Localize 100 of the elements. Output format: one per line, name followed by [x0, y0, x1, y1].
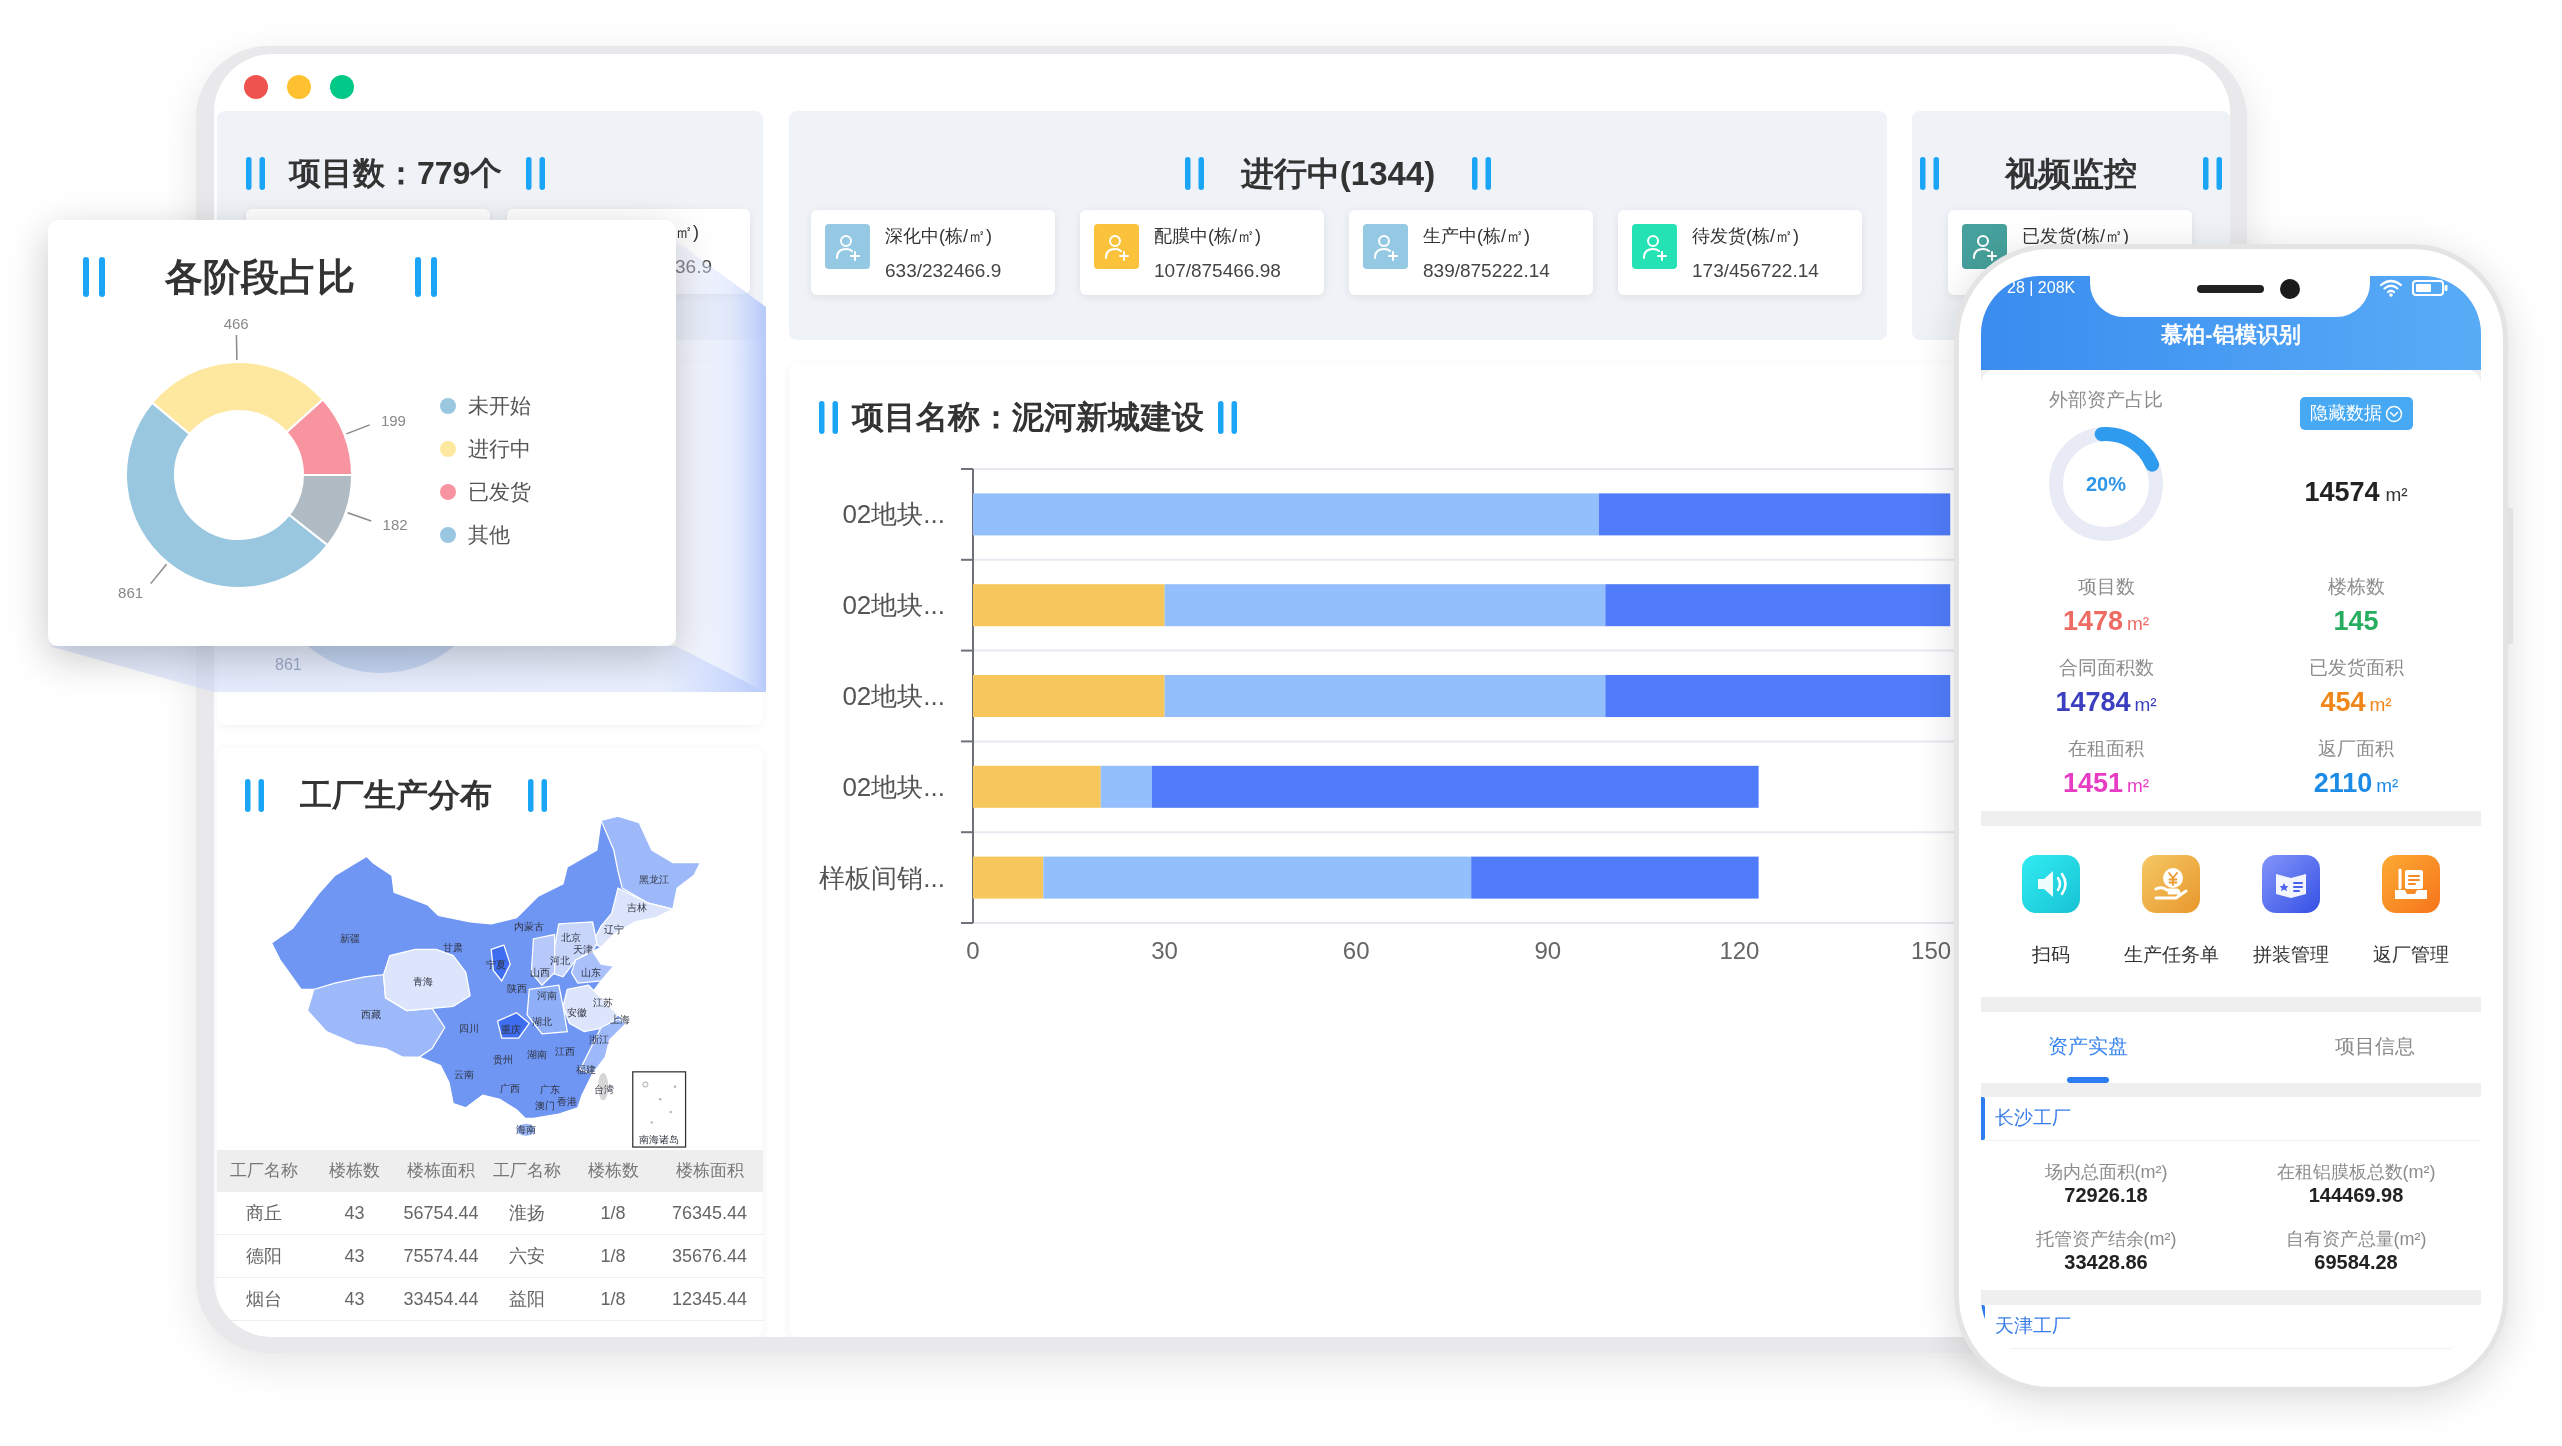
tick-label: 120	[1719, 936, 1760, 964]
action-button[interactable]: 生产任务单	[2111, 826, 2231, 997]
province-label: 海南	[515, 1124, 536, 1136]
tick-label: 0	[966, 936, 980, 964]
speaker-grille	[2197, 285, 2264, 293]
legend-label: 进行中	[468, 435, 531, 462]
leader-line	[345, 424, 371, 435]
column-header: 楼栋面积	[406, 1160, 476, 1183]
table-cell-text: 益阳	[508, 1287, 546, 1311]
card-value: 107/875466.98	[1154, 260, 1281, 282]
stat-value: 14784	[2055, 686, 2131, 718]
wifi-icon	[2379, 279, 2403, 297]
legend-label: 已发货	[468, 478, 531, 505]
legend-label: 其他	[468, 521, 510, 548]
metric-label: 场内总面积(m²)	[2044, 1161, 2168, 1183]
speaker-icon	[2022, 855, 2080, 913]
province-label: 陕西	[506, 982, 527, 994]
category-label: 02地块...	[842, 771, 945, 802]
province-label: 台湾	[594, 1084, 615, 1096]
unit-label: m²	[2385, 483, 2408, 507]
province-label: 重庆	[501, 1024, 522, 1036]
column-header: 楼栋数	[586, 1160, 640, 1183]
table-cell-text: 1/8	[599, 1201, 627, 1225]
window-close-button[interactable]	[244, 75, 268, 99]
section-title: 天津工厂	[1995, 1314, 2071, 1339]
card-label: 深化中(栋/㎡)	[885, 225, 993, 247]
table-cell-text: 75574.44	[402, 1244, 480, 1268]
table-cell-text: 76345.44	[670, 1201, 749, 1225]
action-button[interactable]: 拼装管理	[2231, 826, 2351, 997]
camera-icon	[2280, 279, 2300, 299]
province-label: 江西	[555, 1046, 576, 1058]
panel-title: 各阶段占比	[165, 257, 355, 297]
metric-value: 33428.86	[2064, 1250, 2148, 1274]
data-label: 466	[223, 314, 249, 332]
panel-title: 项目名称：泥河新城建设	[852, 401, 1204, 434]
tick-label: 150	[1911, 936, 1952, 964]
panel-title: 进行中(1344)	[1240, 157, 1436, 190]
province-label: 福建	[576, 1064, 597, 1076]
category-label: 02地块...	[842, 681, 945, 711]
tick-label: 90	[1534, 936, 1562, 964]
column-header: 工厂名称	[229, 1160, 299, 1183]
percent-text: 20%	[2086, 472, 2126, 496]
table-cell-text: 烟台	[245, 1287, 283, 1311]
double-bar-icon	[83, 257, 105, 297]
column-header: 工厂名称	[492, 1160, 562, 1183]
double-bar-icon	[245, 778, 264, 812]
stat-value: 1478	[2062, 605, 2123, 637]
province-label: 江苏	[593, 997, 614, 1009]
stat-label: 返厂面积	[2318, 737, 2394, 761]
province-label: 湖北	[531, 1015, 552, 1027]
province-label: 云南	[453, 1069, 474, 1081]
ring-label: 外部资产占比	[2049, 388, 2163, 412]
province-label: 山东	[580, 967, 601, 979]
province-label: 天津	[573, 943, 594, 955]
double-bar-icon	[246, 157, 265, 190]
section-title: 长沙工厂	[1995, 1106, 2071, 1131]
tray-icon	[2382, 855, 2440, 913]
leader-line	[346, 512, 372, 522]
province-label: 广东	[540, 1084, 561, 1096]
total-value: 14574	[2304, 477, 2380, 507]
double-bar-icon	[526, 157, 546, 190]
province-label: 西藏	[360, 1009, 381, 1021]
metric-label: 在租铝膜板总数(m²)	[2276, 1161, 2436, 1183]
panel-title: 视频监控	[2005, 157, 2137, 190]
window-minimize-button[interactable]	[287, 75, 311, 99]
card-label: ㎡)	[675, 221, 700, 243]
category-label: 02地块...	[842, 499, 945, 530]
metric-label: 自有资产总量(m²)	[2285, 1228, 2427, 1250]
double-bar-icon	[1184, 157, 1204, 190]
table-cell-text: 43	[343, 1287, 366, 1311]
column-header: 楼栋数	[328, 1160, 381, 1183]
stat-label: 已发货面积	[2308, 656, 2404, 680]
table-cell-text: 德阳	[245, 1244, 283, 1268]
double-bar-icon	[2203, 157, 2222, 190]
province-label: 河南	[537, 990, 558, 1002]
card-label: 配膜中(栋/㎡)	[1154, 225, 1262, 247]
table-cell-text: 12345.44	[670, 1287, 749, 1311]
unit-label: m²	[2126, 774, 2150, 798]
tab[interactable]: 资产实盘	[1981, 1012, 2195, 1083]
table-cell-text: 35676.44	[670, 1244, 749, 1268]
tick-label: 60	[1342, 936, 1370, 964]
card-label: 生产中(栋/㎡)	[1423, 225, 1531, 247]
book-icon	[2262, 855, 2320, 913]
province-label: 安徽	[567, 1007, 587, 1019]
table-cell-text: 淮扬	[508, 1201, 546, 1225]
action-button[interactable]: 返厂管理	[2351, 826, 2471, 997]
province-label: 四川	[459, 1023, 480, 1035]
action-button[interactable]: 扫码	[1991, 826, 2111, 997]
card-value: 36.9	[675, 256, 713, 278]
province-label: 黑龙江	[638, 874, 669, 886]
province-label: 北京	[561, 932, 582, 944]
province-label: 甘肃	[443, 941, 464, 953]
window-maximize-button[interactable]	[330, 75, 354, 99]
card-value: 633/232466.9	[885, 260, 1002, 282]
double-bar-icon	[1218, 401, 1237, 434]
inset-label: 南海诸岛	[639, 1133, 680, 1145]
province-label: 吉林	[627, 901, 647, 913]
stat-label: 楼栋数	[2327, 575, 2385, 599]
province-label: 澳门	[535, 1099, 556, 1111]
data-label: 182	[382, 516, 408, 534]
